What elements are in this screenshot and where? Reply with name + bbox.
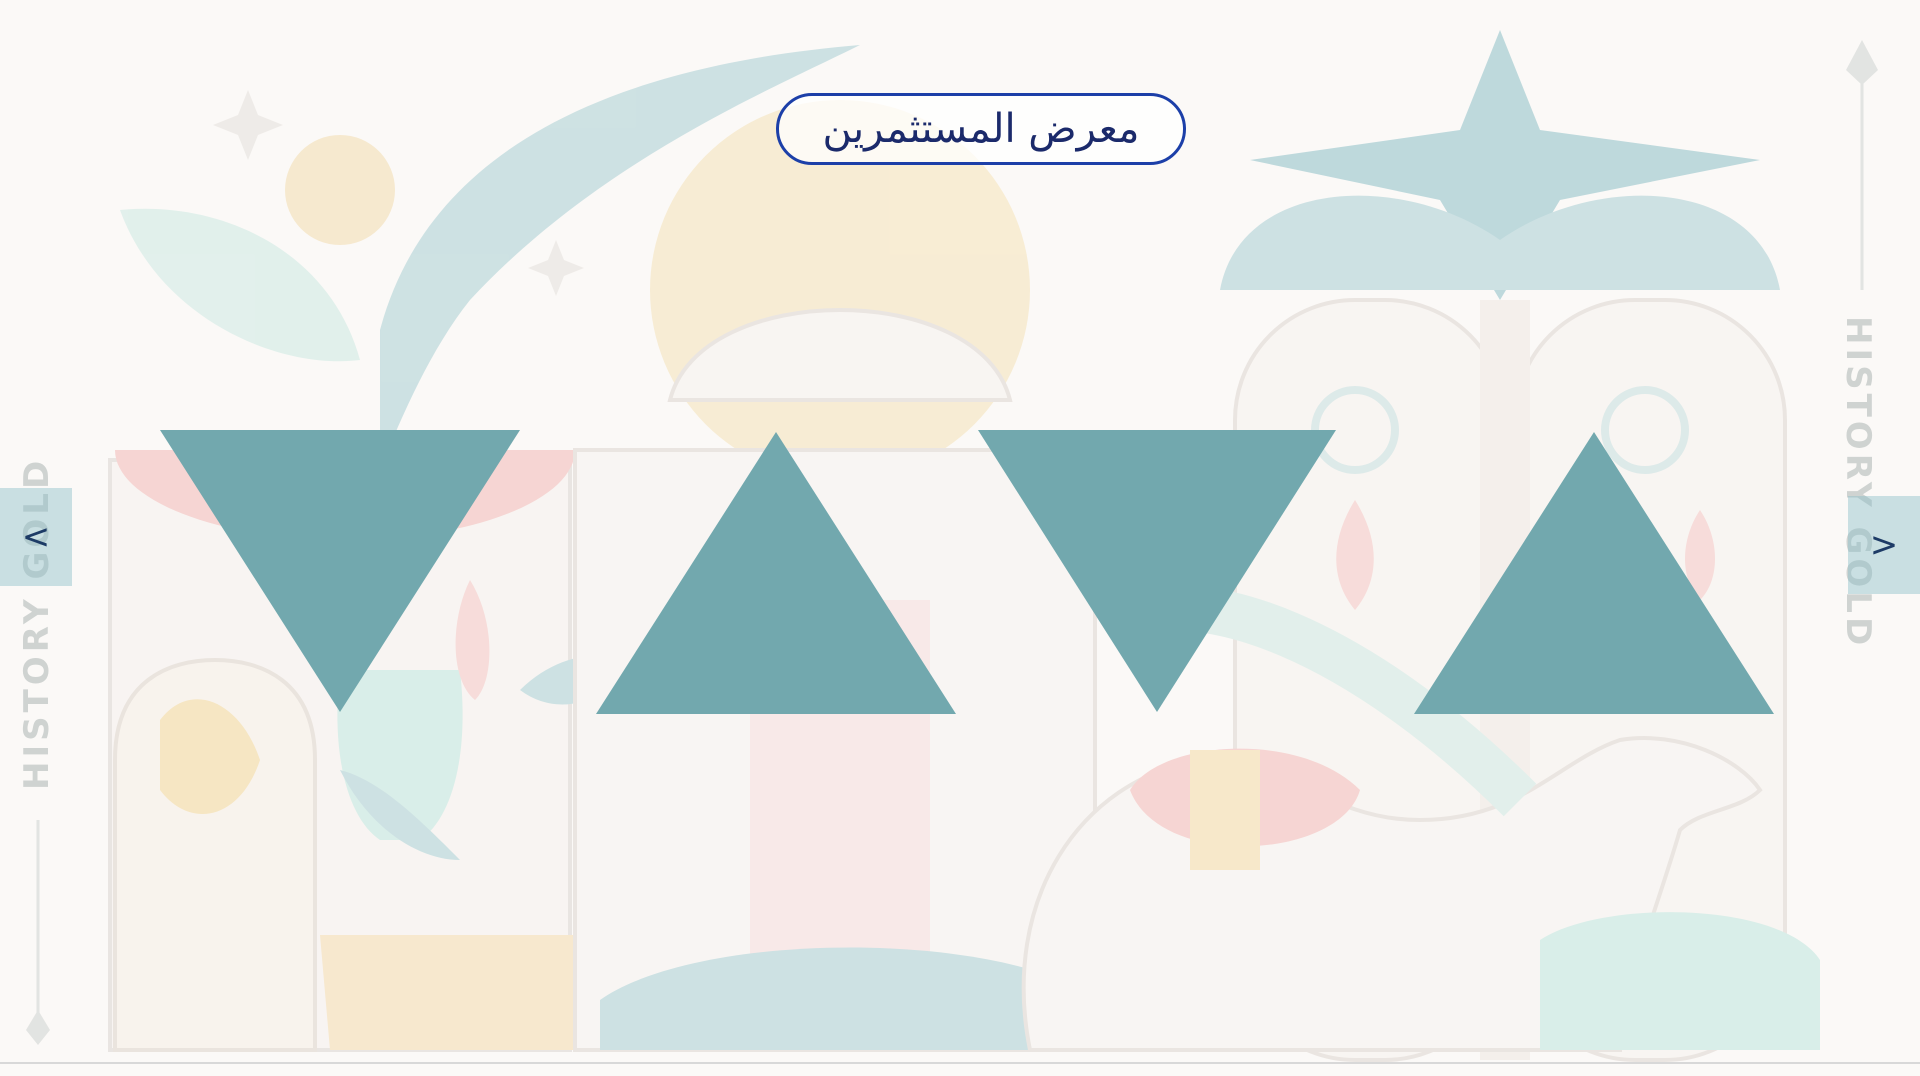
- exhibition-slide: HISTORY GOLD HISTORY GOLD معرض المستثمري…: [0, 0, 1920, 1076]
- previous-button[interactable]: <: [0, 488, 72, 586]
- divider: [0, 1062, 1920, 1064]
- gallery-item-4[interactable]: [1414, 432, 1774, 714]
- gallery-item-1[interactable]: [160, 430, 520, 712]
- next-button[interactable]: >: [1848, 496, 1920, 594]
- gallery-item-2[interactable]: [596, 432, 956, 714]
- gallery-strip: [160, 430, 1774, 714]
- gallery-item-3[interactable]: [978, 430, 1336, 712]
